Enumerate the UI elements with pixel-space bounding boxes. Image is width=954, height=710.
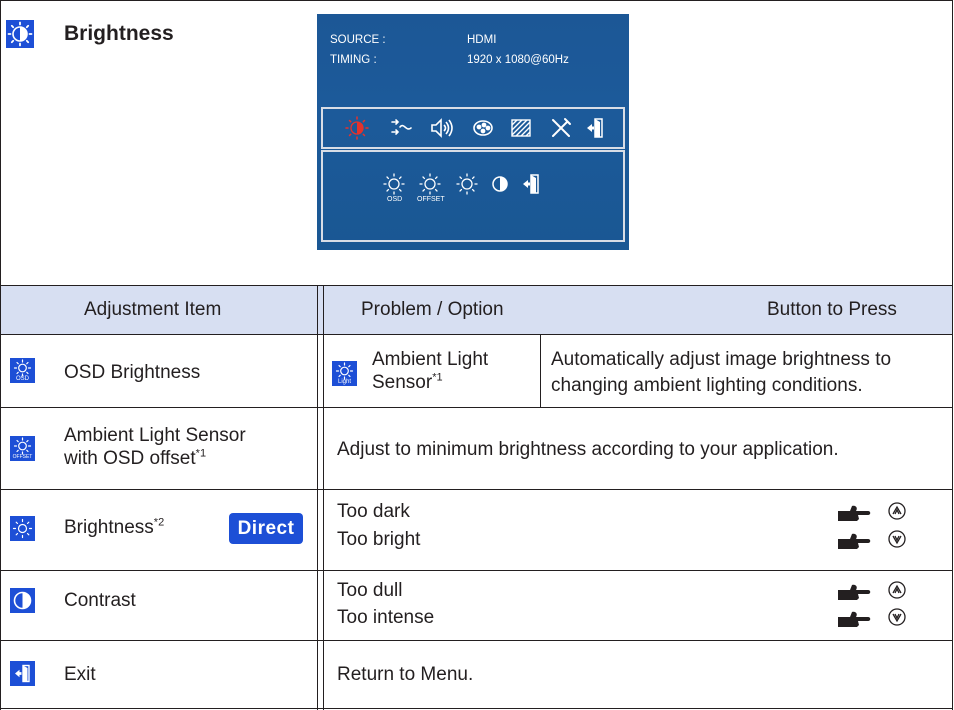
osd-menu-preview: SOURCE : HDMI TIMING : 1920 x 1080@60Hz — [317, 14, 629, 250]
osd-sub-caption-osd: OSD — [387, 196, 403, 203]
osd-timing-label: TIMING : — [330, 54, 377, 66]
osd-brightness-label: OSD Brightness — [64, 362, 201, 383]
row-separator-4 — [0, 640, 953, 641]
osd-brightness-icon-caption: OSD — [15, 376, 29, 382]
exit-label: Exit — [64, 664, 96, 685]
ambient-light-icon-caption: Light — [337, 379, 351, 385]
pointing-hand-icon — [838, 533, 871, 549]
footnote-marker: *1 — [432, 371, 443, 384]
too-bright-option: Too bright — [337, 529, 421, 550]
osd-sub-menu-panel: OSD OFFSET — [321, 150, 625, 242]
pointing-hand-icon — [838, 505, 871, 521]
row-separator-2 — [0, 489, 953, 490]
frame-left-border — [0, 0, 1, 710]
pointing-hand-icon — [838, 584, 871, 600]
down-button-icon — [888, 608, 906, 626]
return-to-menu-text: Return to Menu. — [337, 664, 474, 685]
osd-source-label: SOURCE : — [330, 34, 386, 46]
ambient-light-description-line-1: Automatically adjust image brightness to — [551, 349, 892, 370]
exit-icon — [10, 661, 35, 686]
osd-source-value: HDMI — [467, 34, 497, 46]
frame-top-border — [0, 0, 953, 1]
ambient-light-sensor-label: Ambient Light Sensor*1 — [372, 348, 532, 394]
contrast-icon — [10, 588, 35, 613]
ambient-light-description: Automatically adjust image brightness to… — [551, 347, 891, 399]
osd-main-menu-bar — [321, 107, 625, 149]
too-intense-option: Too intense — [337, 607, 435, 628]
direct-badge: Direct — [229, 513, 303, 544]
column-divider-option — [540, 334, 541, 407]
up-button-icon — [888, 581, 906, 599]
contrast-label: Contrast — [64, 590, 136, 611]
osd-offset-icon-caption: OFFSET — [12, 454, 33, 460]
ambient-light-offset-label: Ambient Light Sensor with OSD offset*1 — [64, 424, 246, 470]
down-button-icon — [888, 530, 906, 548]
header-top-line — [0, 285, 953, 286]
too-dark-option: Too dark — [337, 501, 410, 522]
pointing-hand-icon — [838, 611, 871, 627]
osd-offset-icon: OFFSET — [10, 436, 35, 461]
page-title: Brightness — [64, 22, 174, 45]
row-separator-3 — [0, 570, 953, 571]
osd-brightness-icon: OSD — [10, 358, 35, 383]
column-divider-a — [317, 285, 318, 710]
header-problem-option: Problem / Option — [361, 299, 504, 320]
column-divider-b — [323, 285, 324, 710]
ambient-light-offset-line-2: with OSD offset*1 — [64, 447, 207, 469]
too-dull-option: Too dull — [337, 580, 403, 601]
ambient-light-offset-line-1: Ambient Light Sensor — [64, 425, 246, 446]
offset-description: Adjust to minimum brightness according t… — [337, 439, 839, 460]
header-adjustment-item: Adjustment Item — [84, 299, 222, 320]
brightness-label: Brightness*2 — [64, 516, 165, 538]
brightness-title-icon — [6, 20, 34, 48]
frame-right-border — [952, 0, 953, 710]
ambient-light-sensor-icon: Light — [332, 361, 357, 386]
header-bottom-line — [0, 334, 953, 335]
osd-sub-caption-offset: OFFSET — [417, 196, 445, 203]
osd-brightness-icon — [345, 116, 369, 140]
ambient-light-description-line-2: changing ambient lighting conditions. — [551, 375, 863, 396]
osd-timing-value: 1920 x 1080@60Hz — [467, 54, 569, 66]
header-button-to-press: Button to Press — [767, 299, 897, 320]
up-button-icon — [888, 502, 906, 520]
brightness-icon — [10, 516, 35, 541]
row-separator-1 — [0, 407, 953, 408]
table-bottom-line — [0, 708, 953, 709]
button-symbols — [838, 502, 906, 627]
ambient-light-sensor-text: Ambient Light Sensor — [372, 349, 489, 393]
